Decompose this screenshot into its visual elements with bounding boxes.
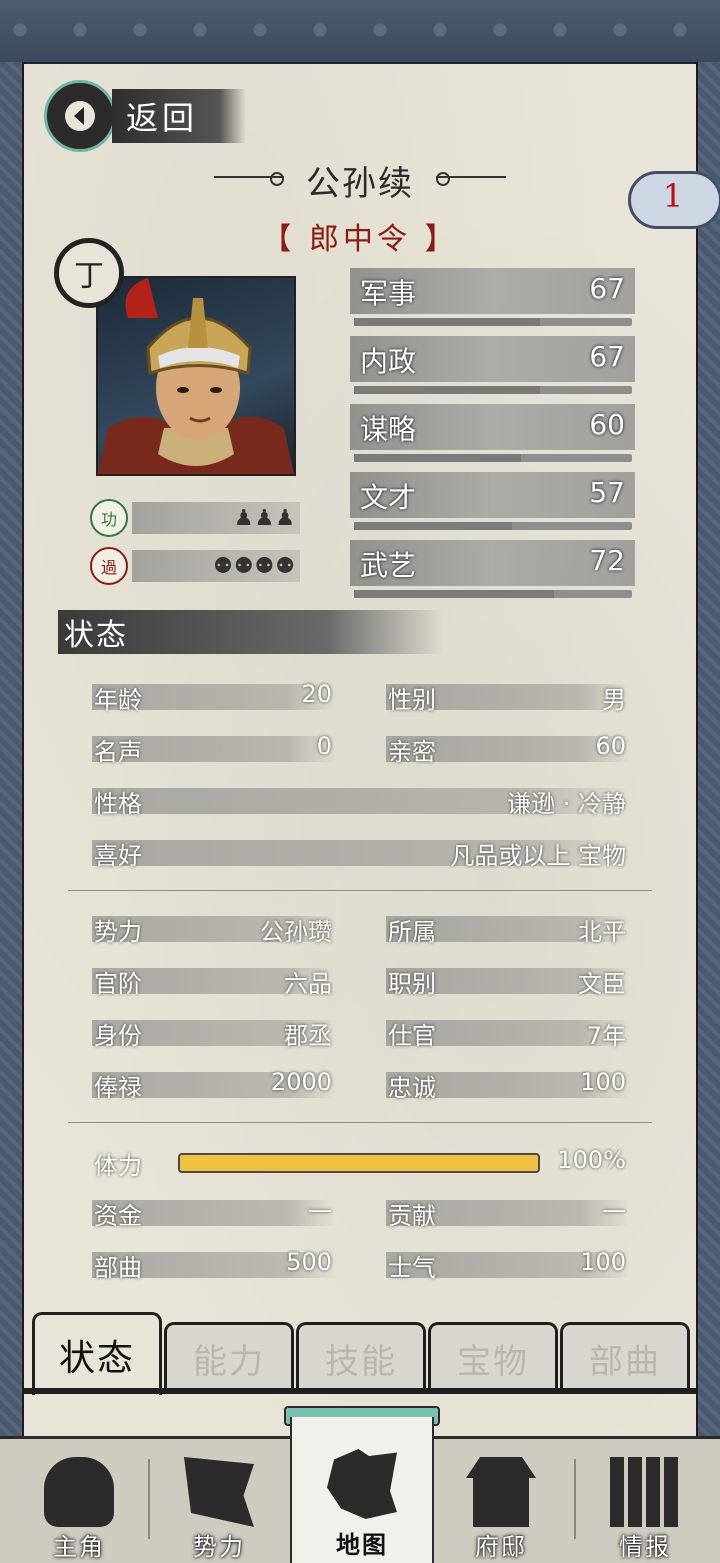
general-portrait-icon xyxy=(98,278,294,474)
scroll-icon xyxy=(610,1457,680,1527)
info-stamina-label: 体力 xyxy=(94,1152,142,1180)
demerit-row: 過 ⚉⚉⚉⚉ xyxy=(90,547,300,585)
tab-ability[interactable]: 能力 xyxy=(164,1322,294,1391)
info-faction: 势力 公孙瓒 xyxy=(92,912,336,946)
merit-glyphs: ♟♟♟ xyxy=(233,505,296,531)
info-funds: 资金 — xyxy=(92,1196,336,1230)
info-service: 仕官 7年 xyxy=(386,1016,630,1050)
character-name-row: 公孙续 xyxy=(160,156,560,205)
bottom-nav: 主角 势力 地图 府邸 情报 xyxy=(0,1417,720,1563)
notification-badge[interactable]: 1 xyxy=(628,165,720,229)
stat-label: 武艺 xyxy=(360,549,417,582)
divider xyxy=(68,890,652,891)
info-salary: 俸禄 2000 xyxy=(92,1068,336,1102)
map-icon xyxy=(327,1449,397,1519)
info-rank: 官阶 六品 xyxy=(92,964,336,998)
badge-count: 1 xyxy=(662,177,684,215)
stat-value: 67 xyxy=(589,340,625,373)
back-arrow-icon xyxy=(44,80,116,152)
stamina-bar xyxy=(178,1153,540,1173)
info-gender: 性别男 xyxy=(386,680,630,714)
info-job: 职别 文臣 xyxy=(386,964,630,998)
stat-value: 67 xyxy=(589,272,625,305)
info-loyalty: 忠诚 100 xyxy=(386,1068,630,1102)
info-morale: 士气 100 xyxy=(386,1248,630,1282)
stat-military: 军事 67 xyxy=(350,268,635,328)
mansion-icon xyxy=(466,1457,536,1527)
status-section-header: 状态 xyxy=(58,610,444,654)
nav-intel[interactable]: 情报 xyxy=(580,1439,710,1563)
divider xyxy=(68,1122,652,1123)
stat-politics: 内政 67 xyxy=(350,336,635,396)
flag-icon xyxy=(184,1457,254,1527)
tab-treasures[interactable]: 宝物 xyxy=(428,1322,558,1391)
ornament-right-icon xyxy=(436,171,506,186)
nav-protagonist[interactable]: 主角 xyxy=(14,1439,144,1563)
stat-label: 文才 xyxy=(360,481,417,514)
stat-label: 谋略 xyxy=(360,413,417,446)
stat-value: 60 xyxy=(589,408,625,441)
protagonist-icon xyxy=(44,1457,114,1527)
info-intimacy: 亲密 60 xyxy=(386,732,630,766)
info-stamina-value: 100% xyxy=(557,1146,626,1174)
info-belong: 所属 北平 xyxy=(386,912,630,946)
character-name: 公孙续 xyxy=(306,164,414,204)
stat-label: 内政 xyxy=(360,345,417,378)
nav-mansion[interactable]: 府邸 xyxy=(436,1439,566,1563)
decorative-left-border xyxy=(0,62,25,1442)
info-contribution: 贡献 — xyxy=(386,1196,630,1230)
stat-literary: 文才 57 xyxy=(350,472,635,532)
rank-badge: 丁 xyxy=(54,238,124,308)
info-fame: 名声 0 xyxy=(92,732,336,766)
tab-troops[interactable]: 部曲 xyxy=(560,1322,690,1391)
back-button[interactable]: 返回 xyxy=(44,80,246,152)
stat-label: 军事 xyxy=(360,277,417,310)
merit-icon: 功 xyxy=(90,499,128,537)
merit-row: 功 ♟♟♟ xyxy=(90,499,300,537)
ornament-left-icon xyxy=(214,171,284,186)
tab-status[interactable]: 状态 xyxy=(32,1312,162,1395)
info-identity: 身份 郡丞 xyxy=(92,1016,336,1050)
section-title: 状态 xyxy=(64,618,128,653)
stat-value: 72 xyxy=(589,544,625,577)
demerit-glyphs: ⚉⚉⚉⚉ xyxy=(213,553,296,579)
decorative-right-border xyxy=(695,62,720,1442)
character-title: 【 郎中令 】 xyxy=(261,222,459,257)
info-troops: 部曲 500 xyxy=(92,1248,336,1282)
tab-base-line xyxy=(24,1388,696,1394)
nav-faction[interactable]: 势力 xyxy=(154,1439,284,1563)
decorative-top-band xyxy=(0,0,720,65)
info-personality: 性格 谦逊 · 冷静 xyxy=(92,784,630,818)
stat-strategy: 谋略 60 xyxy=(350,404,635,464)
back-label: 返回 xyxy=(126,99,199,137)
nav-map[interactable]: 地图 xyxy=(290,1417,434,1563)
demerit-icon: 過 xyxy=(90,547,128,585)
info-age: 年龄 20 xyxy=(92,680,336,714)
stat-value: 57 xyxy=(589,476,625,509)
stat-martial: 武艺 72 xyxy=(350,540,635,600)
character-portrait[interactable] xyxy=(96,276,296,476)
tab-skills[interactable]: 技能 xyxy=(296,1322,426,1391)
info-hobby: 喜好 凡品或以上 宝物 xyxy=(92,836,630,870)
